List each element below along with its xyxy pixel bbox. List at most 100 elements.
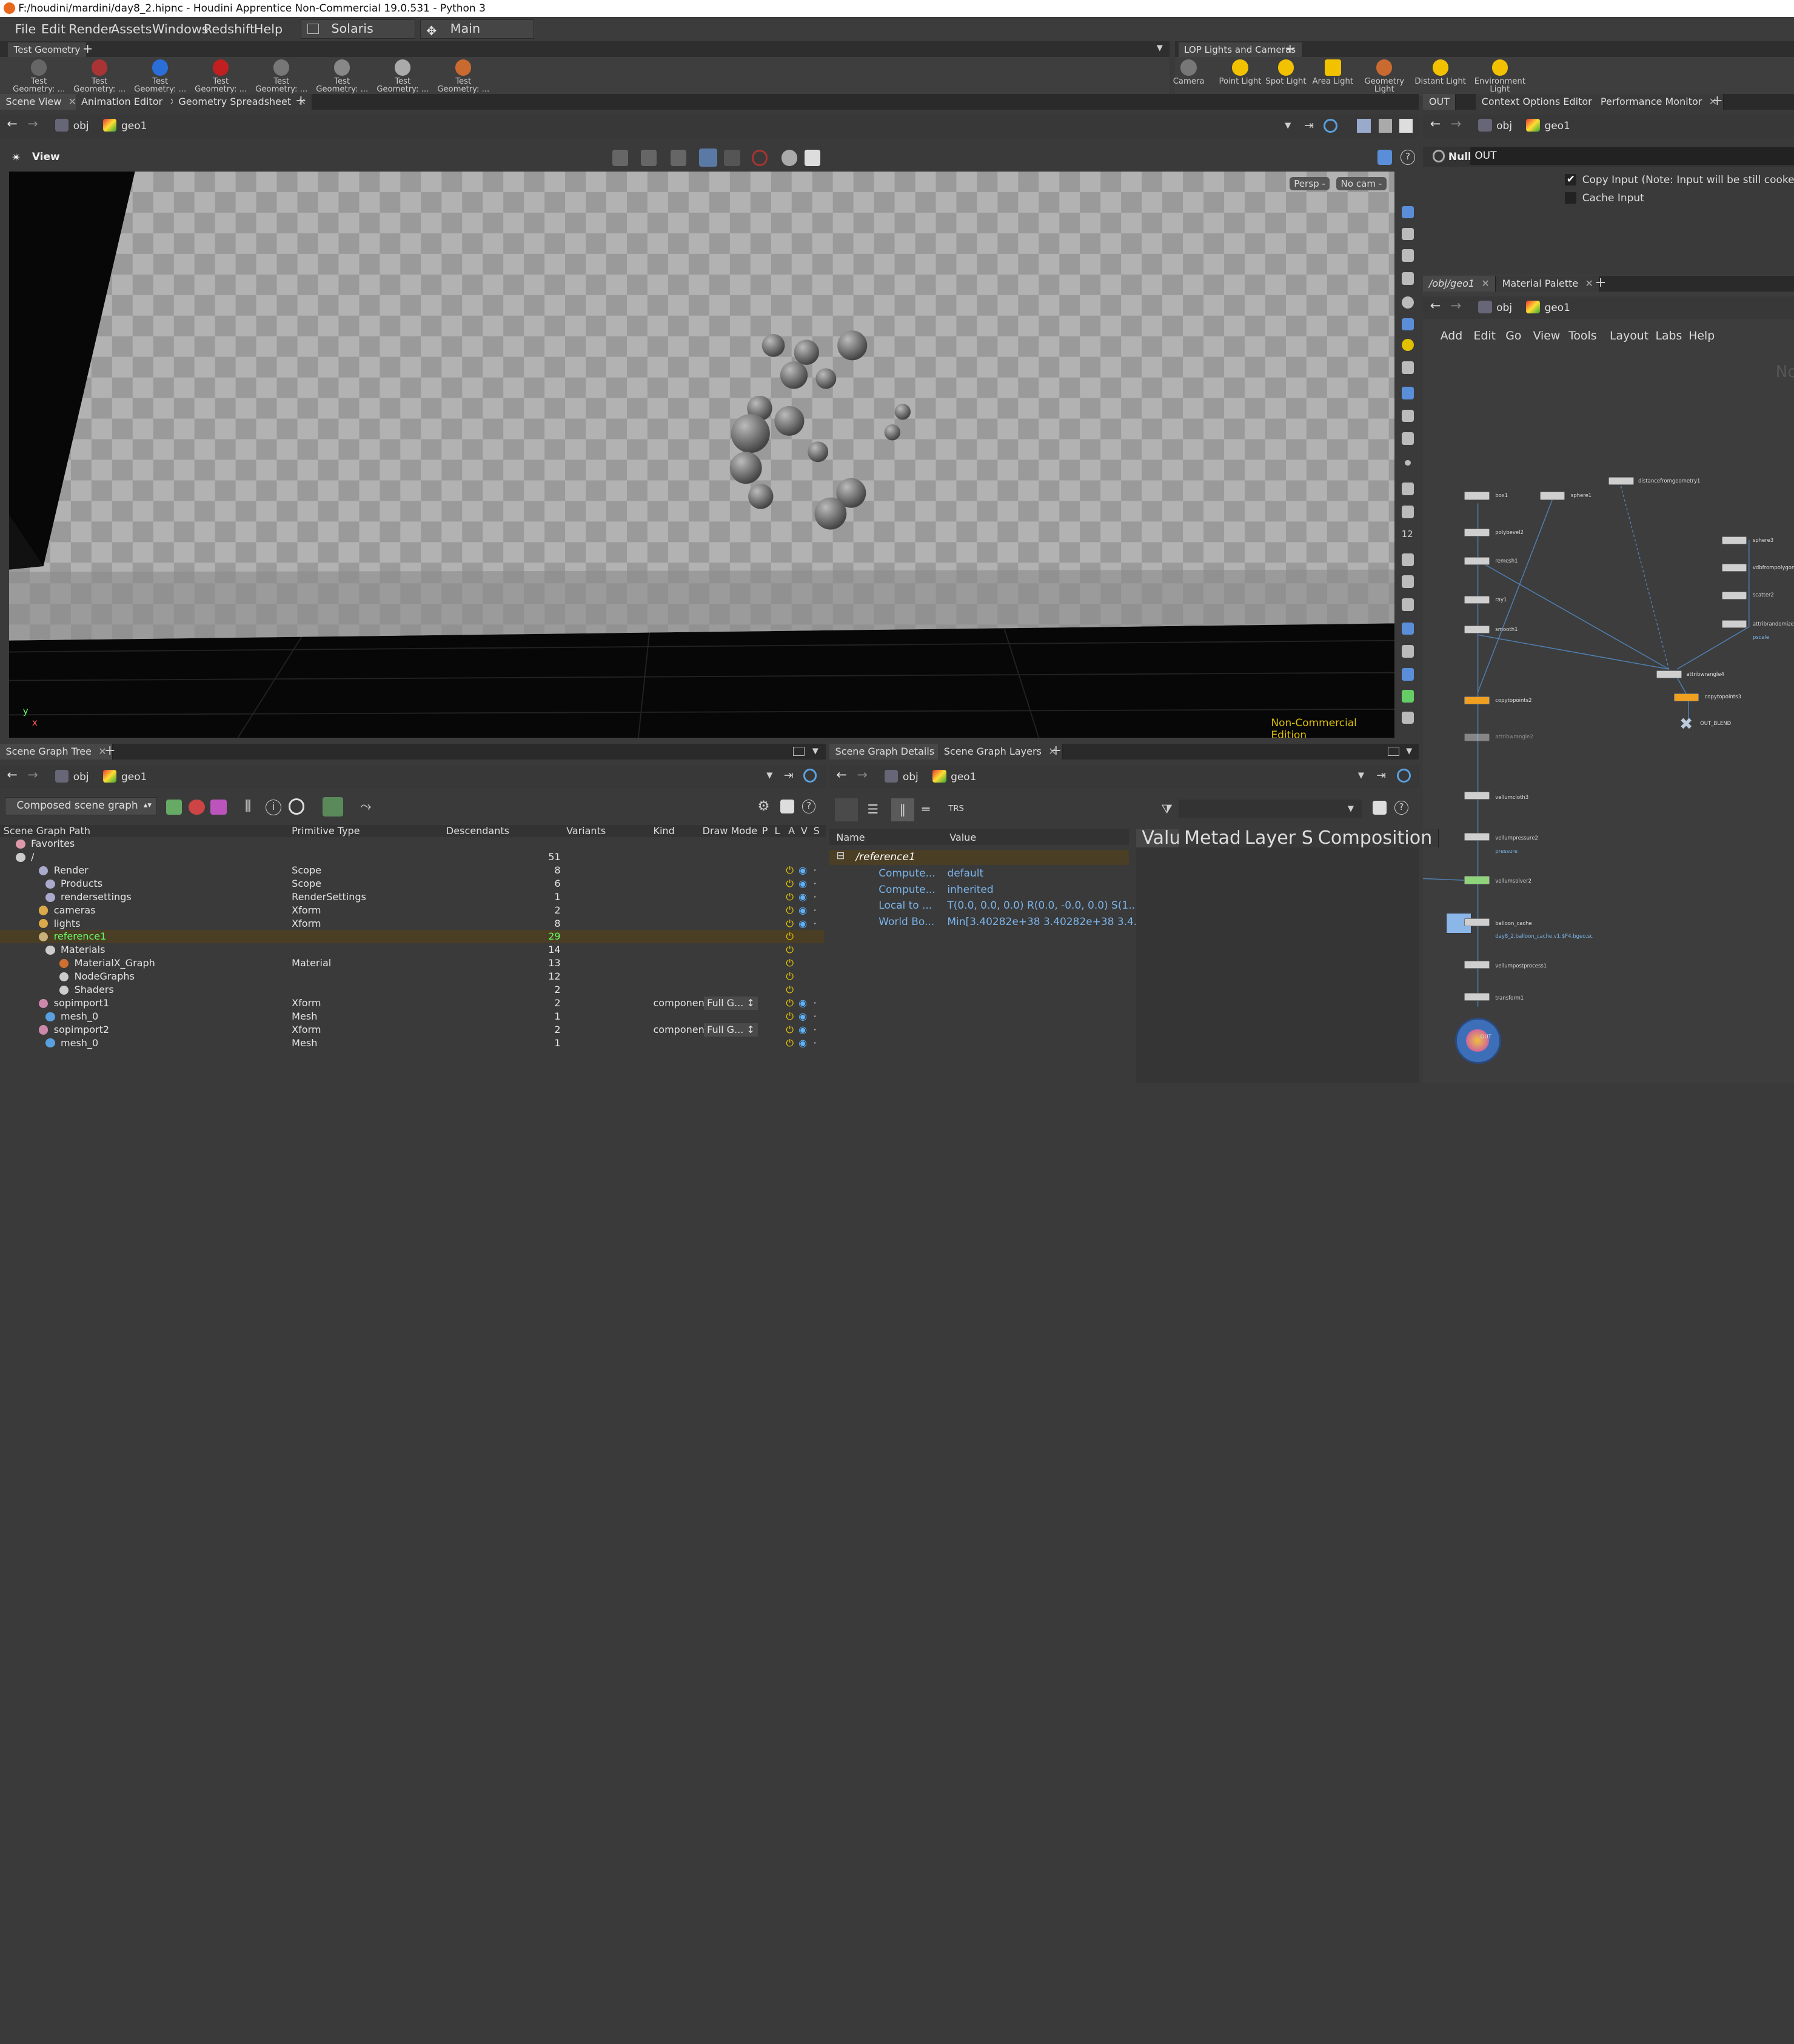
light-tool-icon[interactable] bbox=[781, 150, 798, 166]
col-p[interactable]: P bbox=[762, 825, 768, 837]
node-vellumsolver2[interactable] bbox=[1464, 876, 1490, 884]
side-tool-12-icon[interactable]: 12 bbox=[1402, 529, 1414, 541]
tree-row[interactable]: MaterialX_Graph Material 13 ⏻ bbox=[0, 957, 824, 970]
side-tool-2-icon[interactable] bbox=[1401, 227, 1414, 241]
back-arrow-icon[interactable]: ← bbox=[1430, 116, 1441, 131]
null-out-blend-icon[interactable]: ✖ bbox=[1679, 715, 1693, 733]
col-path[interactable]: Scene Graph Path bbox=[4, 825, 90, 837]
tree-row[interactable]: / 51 bbox=[0, 850, 824, 864]
lock-icon[interactable] bbox=[1401, 249, 1414, 262]
copy-input-checkbox[interactable]: ✔ bbox=[1565, 173, 1577, 185]
tool-point-light[interactable]: Point Light bbox=[1213, 57, 1268, 85]
node-vellumpressure2[interactable] bbox=[1464, 832, 1490, 841]
node-scatter2[interactable] bbox=[1721, 591, 1747, 600]
tool-test-geometry-8[interactable]: Test Geometry: ... bbox=[435, 57, 492, 94]
side-tool-17-icon[interactable] bbox=[1401, 645, 1414, 658]
menu-edit[interactable]: Edit bbox=[41, 22, 65, 36]
solo-icon[interactable]: · bbox=[814, 997, 817, 1010]
side-tool-20-icon[interactable] bbox=[1401, 711, 1414, 724]
path-obj[interactable]: obj bbox=[1478, 119, 1512, 132]
tool-test-geometry-5[interactable]: Test Geometry: ... bbox=[253, 57, 310, 94]
options-icon[interactable]: ⫼ bbox=[245, 798, 251, 814]
tool-test-geometry-1[interactable]: Test Geometry: ... bbox=[10, 57, 67, 94]
tool-test-geometry-3[interactable]: Test Geometry: ... bbox=[132, 57, 189, 94]
edit-tool-icon[interactable] bbox=[724, 150, 740, 166]
side-tool-3-icon[interactable] bbox=[1401, 272, 1414, 285]
path-obj[interactable]: obj bbox=[55, 769, 89, 783]
draw-mode-dropdown[interactable]: Full G... ↕ bbox=[703, 1023, 758, 1037]
link-icon[interactable] bbox=[1397, 769, 1411, 783]
path-dropdown-icon[interactable]: ▼ bbox=[1358, 771, 1364, 780]
activate-icon[interactable]: ⏻ bbox=[786, 997, 794, 1010]
move-tool-icon[interactable] bbox=[640, 150, 657, 166]
menu-file[interactable]: File bbox=[15, 22, 36, 36]
help-icon[interactable]: ? bbox=[802, 799, 816, 813]
node-vdbfrompolygons[interactable] bbox=[1721, 564, 1747, 572]
activate-icon[interactable]: ⏻ bbox=[786, 917, 794, 930]
side-tool-8-icon[interactable] bbox=[1401, 409, 1414, 422]
add-shelf-right-icon[interactable]: + bbox=[1285, 41, 1295, 56]
solo-icon[interactable]: · bbox=[814, 877, 817, 890]
back-arrow-icon[interactable]: ← bbox=[7, 767, 17, 782]
tab-performance-monitor[interactable]: Performance Monitor ✕ bbox=[1595, 93, 1724, 110]
path-geo1[interactable]: geo1 bbox=[1526, 119, 1570, 132]
side-tool-9-icon[interactable] bbox=[1401, 432, 1414, 446]
activate-icon[interactable]: ⏻ bbox=[786, 943, 794, 957]
detail-row[interactable]: Local to ... T(0.0, 0.0, 0.0) R(0.0, -0.0… bbox=[829, 898, 1142, 913]
activate-icon[interactable]: ⏻ bbox=[786, 1037, 794, 1050]
add-tab-icon[interactable]: + bbox=[1712, 93, 1723, 109]
tree-row[interactable]: mesh_0 Mesh 1 ⏻ ◉ · bbox=[0, 1037, 824, 1050]
expand-icon[interactable]: ⤳ bbox=[360, 798, 371, 814]
path-obj[interactable]: obj bbox=[884, 769, 919, 783]
pin-icon[interactable]: ⇥ bbox=[784, 769, 794, 782]
side-tool-15-icon[interactable] bbox=[1401, 598, 1414, 611]
side-tool-11-icon[interactable] bbox=[1401, 506, 1414, 518]
tool-test-geometry-2[interactable]: Test Geometry: ... bbox=[71, 57, 128, 94]
node-attribwrangle4[interactable] bbox=[1656, 670, 1682, 678]
col-v[interactable]: V bbox=[801, 825, 808, 837]
forward-arrow-icon[interactable]: → bbox=[857, 767, 867, 782]
tool-distant-light[interactable]: Distant Light bbox=[1413, 57, 1468, 85]
visibility-eye-icon[interactable]: ◉ bbox=[798, 904, 807, 917]
3d-viewport[interactable]: Persp - No cam - Non-Commercial Edition … bbox=[9, 172, 1395, 738]
desktop-dropdown[interactable]: Solaris bbox=[301, 19, 415, 39]
tool-test-geometry-7[interactable]: Test Geometry: ... bbox=[374, 57, 431, 94]
context-dropdown[interactable]: ✥ Main bbox=[420, 19, 535, 39]
columns-icon[interactable]: ‖ bbox=[891, 798, 914, 821]
activate-icon[interactable]: ⏻ bbox=[786, 1010, 794, 1023]
visibility-eye-icon[interactable]: ◉ bbox=[798, 997, 807, 1010]
tool-camera[interactable]: Camera bbox=[1167, 57, 1211, 85]
menu-redshift[interactable]: Redshift bbox=[204, 22, 255, 36]
forward-arrow-icon[interactable]: → bbox=[27, 767, 38, 782]
node-sphere1[interactable] bbox=[1539, 492, 1565, 500]
side-tool-7-icon[interactable] bbox=[1401, 386, 1414, 399]
node-smooth1[interactable] bbox=[1464, 626, 1490, 634]
tool-test-geometry-4[interactable]: Test Geometry: ... bbox=[192, 57, 249, 94]
activate-icon[interactable]: ⏻ bbox=[786, 970, 794, 983]
add-shelf-icon[interactable]: + bbox=[82, 41, 93, 56]
solo-icon[interactable]: · bbox=[814, 864, 817, 877]
side-tool-1-icon[interactable] bbox=[1401, 205, 1414, 219]
side-tool-6-icon[interactable] bbox=[1401, 361, 1414, 375]
menu-help[interactable]: Help bbox=[254, 22, 283, 36]
tab-scene-view[interactable]: Scene View ✕ bbox=[0, 93, 83, 110]
collapse-icon[interactable]: ⊟ bbox=[836, 850, 845, 862]
node-copytopoints3[interactable] bbox=[1673, 693, 1699, 701]
pin-icon[interactable]: ⇥ bbox=[1376, 769, 1386, 782]
scene-graph-mode-dropdown[interactable]: Composed scene graph ▴▾ bbox=[4, 797, 157, 816]
tab-scene-graph-tree[interactable]: Scene Graph Tree ✕ bbox=[0, 743, 113, 760]
col-a[interactable]: A bbox=[788, 825, 795, 837]
stop-icon[interactable] bbox=[751, 150, 768, 166]
activate-icon[interactable]: ⏻ bbox=[786, 890, 794, 904]
filter-icon[interactable] bbox=[166, 799, 182, 815]
shelf-tab-test-geometry[interactable]: Test Geometry bbox=[8, 42, 86, 58]
tab-geometry-spreadsheet[interactable]: Geometry Spreadsheet ✕ bbox=[172, 93, 313, 110]
menu-windows[interactable]: Windows bbox=[152, 22, 209, 36]
tree-row[interactable]: Render Scope 8 ⏻ ◉ · bbox=[0, 864, 824, 877]
tab-context-options[interactable]: Context Options Editor✕ bbox=[1476, 93, 1613, 110]
filter-dropdown-icon[interactable]: ▼ bbox=[1348, 804, 1354, 813]
tree-row[interactable]: mesh_0 Mesh 1 ⏻ ◉ · bbox=[0, 1010, 824, 1023]
visibility-eye-icon[interactable]: ◉ bbox=[798, 890, 807, 904]
side-tool-19-icon[interactable] bbox=[1401, 689, 1414, 703]
tab-scene-graph-details[interactable]: Scene Graph Details✕ bbox=[829, 743, 956, 760]
